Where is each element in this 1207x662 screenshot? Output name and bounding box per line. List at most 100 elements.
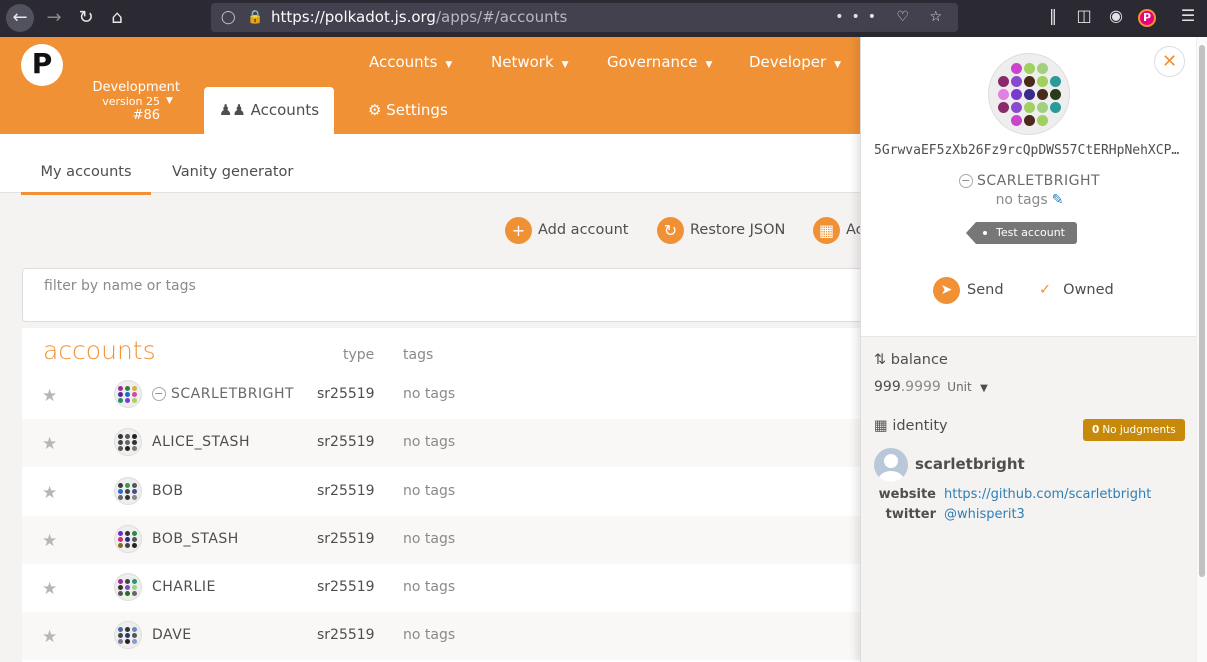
tag-dot: [983, 231, 987, 235]
identicon[interactable]: [114, 525, 142, 553]
nav-network[interactable]: Network ▼: [491, 53, 569, 71]
account-type: sr25519: [317, 579, 375, 595]
users-icon: ♟♟: [218, 101, 246, 119]
close-icon[interactable]: ✕: [1154, 46, 1185, 77]
balance-unit: Unit: [947, 380, 972, 394]
table-row[interactable]: ★ − SCARLETBRIGHT sr25519 no tags: [22, 371, 860, 419]
button-label: Restore JSON: [690, 222, 786, 238]
balance-value[interactable]: 999.9999 Unit ▼: [874, 379, 988, 395]
account-type: sr25519: [317, 531, 375, 547]
account-icon[interactable]: ◉: [1104, 6, 1128, 25]
account-type: sr25519: [317, 434, 375, 450]
check-icon: ✓: [1039, 282, 1052, 298]
nav-developer[interactable]: Developer ▼: [749, 53, 841, 71]
identicon[interactable]: [114, 573, 142, 601]
reload-icon[interactable]: ↻: [72, 4, 100, 32]
star-icon[interactable]: ★: [42, 627, 57, 647]
table-row[interactable]: ★ BOB_STASH sr25519 no tags: [22, 516, 860, 564]
account-name: BOB: [152, 483, 184, 499]
identicon[interactable]: [114, 428, 142, 456]
account-tags: no tags: [403, 627, 456, 643]
scrollbar[interactable]: [1196, 37, 1207, 662]
star-icon[interactable]: ★: [42, 483, 57, 503]
edit-icon[interactable]: ✎: [1052, 192, 1064, 208]
account-name: CHARLIE: [152, 579, 216, 595]
nav-label: Network: [491, 53, 554, 71]
chain-version: version 25: [102, 95, 160, 108]
sidebar-toggle-icon[interactable]: ◫: [1072, 6, 1096, 25]
table-row[interactable]: ★ CHARLIE sr25519 no tags: [22, 564, 860, 612]
account-name[interactable]: − SCARLETBRIGHT: [861, 173, 1198, 189]
identity-display-name: scarletbright: [915, 455, 1025, 473]
nav-label: Developer: [749, 53, 827, 71]
paper-plane-icon: ➤: [933, 276, 960, 304]
account-name: BOB_STASH: [152, 531, 239, 547]
twitter-row: twitter @whisperit3: [874, 507, 1025, 522]
subtabs: My accounts Vanity generator: [0, 134, 860, 195]
back-icon[interactable]: ←: [6, 4, 34, 32]
account-address[interactable]: 5GrwvaEF5zXb26Fz9rcQpDWS57CtERHpNehXCPcN…: [874, 143, 1184, 158]
tab-accounts[interactable]: ♟♟ Accounts: [204, 87, 334, 134]
table-row[interactable]: ★ ALICE_STASH sr25519 no tags: [22, 419, 860, 467]
lock-icon[interactable]: 🔒: [247, 3, 263, 32]
website-row: website https://github.com/scarletbright: [874, 487, 1152, 502]
identicon[interactable]: [114, 621, 142, 649]
chain-info[interactable]: Development version 25 #86: [60, 81, 180, 123]
balance-label: balance: [890, 352, 948, 368]
subtab-vanity-generator[interactable]: Vanity generator: [172, 134, 293, 193]
account-tags: no tags: [403, 434, 456, 450]
url-actions-icons[interactable]: ••• ♡ ☆: [835, 3, 950, 32]
twitter-link[interactable]: @whisperit3: [944, 507, 1025, 522]
owned-label: Owned: [1063, 282, 1114, 298]
send-button[interactable]: ➤ Send: [933, 276, 1004, 304]
tab-settings[interactable]: ⚙ Settings: [368, 87, 448, 134]
filter-input[interactable]: [44, 278, 844, 294]
identicon[interactable]: [114, 380, 142, 408]
nav-governance[interactable]: Governance ▼: [607, 53, 712, 71]
balance-heading: ⇅ balance: [874, 352, 948, 368]
library-icon[interactable]: ‖: [1041, 6, 1065, 25]
subtab-my-accounts[interactable]: My accounts: [21, 134, 151, 195]
twitter-label: twitter: [885, 507, 936, 522]
chevron-down-icon[interactable]: ▼: [166, 96, 173, 106]
table-row[interactable]: ★ DAVE sr25519 no tags: [22, 612, 860, 660]
id-card-icon: ▦: [874, 418, 888, 434]
chain-name: Development: [92, 80, 180, 95]
url-bar[interactable]: ◯ 🔒 https://polkadot.js.org/apps/#/accou…: [211, 3, 958, 32]
sync-icon: ↻: [657, 216, 684, 244]
table-row[interactable]: ★ BOB sr25519 no tags: [22, 468, 860, 516]
chevron-down-icon: ▼: [445, 60, 453, 70]
forward-icon[interactable]: →: [40, 4, 68, 32]
url-text[interactable]: https://polkadot.js.org/apps/#/accounts: [271, 3, 567, 32]
shield-icon[interactable]: ◯: [221, 3, 236, 32]
add-account-button[interactable]: + Add account: [505, 216, 628, 244]
account-type: sr25519: [317, 627, 375, 643]
polkadot-logo-icon[interactable]: P: [21, 44, 63, 86]
polkadot-extension-icon[interactable]: P: [1138, 9, 1156, 27]
judgements-badge: 0 No judgments: [1083, 419, 1185, 441]
identicon-large[interactable]: [988, 53, 1070, 135]
caret-down-icon[interactable]: ▼: [980, 383, 988, 394]
chevron-down-icon: ▼: [834, 60, 842, 70]
scrollbar-thumb[interactable]: [1199, 45, 1205, 577]
star-icon[interactable]: ★: [42, 434, 57, 454]
account-type: sr25519: [317, 483, 375, 499]
accounts-table: accounts type tags ★ − SCARLETBRIGHT sr25…: [22, 328, 860, 662]
star-icon[interactable]: ★: [42, 579, 57, 599]
nav-label: Accounts: [369, 53, 438, 71]
identicon[interactable]: [114, 477, 142, 505]
restore-json-button[interactable]: ↻ Restore JSON: [657, 216, 785, 244]
star-icon[interactable]: ★: [42, 531, 57, 551]
menu-icon[interactable]: ☰: [1176, 6, 1200, 25]
nav-accounts[interactable]: Accounts ▼: [369, 53, 452, 71]
home-icon[interactable]: ⌂: [103, 4, 131, 32]
judgements-count: 0: [1092, 424, 1100, 436]
tag-label: Test account: [996, 226, 1065, 239]
qr-account-button[interactable]: ▦ Ac: [813, 216, 864, 244]
website-label: website: [878, 487, 936, 502]
tab-label: Accounts: [250, 101, 320, 119]
avatar: [874, 448, 908, 482]
website-link[interactable]: https://github.com/scarletbright: [944, 487, 1151, 502]
star-icon[interactable]: ★: [42, 386, 57, 406]
plus-icon: +: [505, 216, 532, 244]
